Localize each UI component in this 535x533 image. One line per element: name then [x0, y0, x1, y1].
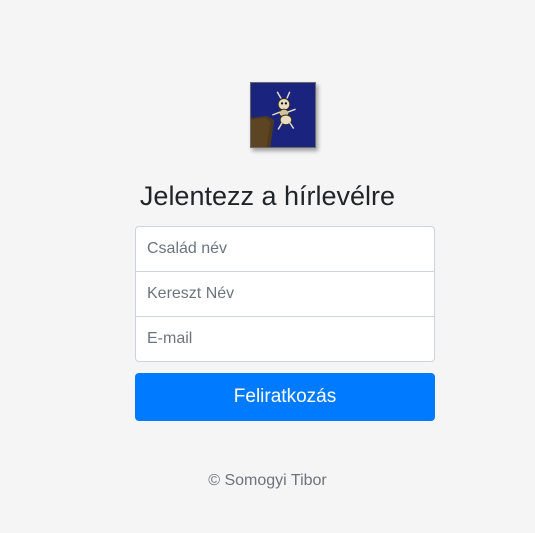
ant-logo-icon — [250, 82, 316, 148]
page-title: Jelentezz a hírlevélre — [139, 181, 396, 211]
email-field[interactable] — [135, 316, 435, 362]
first-name-field[interactable] — [135, 271, 435, 317]
last-name-field[interactable] — [135, 226, 435, 272]
copyright-footer: © Somogyi Tibor — [208, 472, 327, 489]
signup-page: Jelentezz a hírlevélre Feliratkozás © So… — [0, 0, 535, 533]
newsletter-form: Feliratkozás — [135, 226, 435, 421]
subscribe-button[interactable]: Feliratkozás — [135, 373, 435, 421]
